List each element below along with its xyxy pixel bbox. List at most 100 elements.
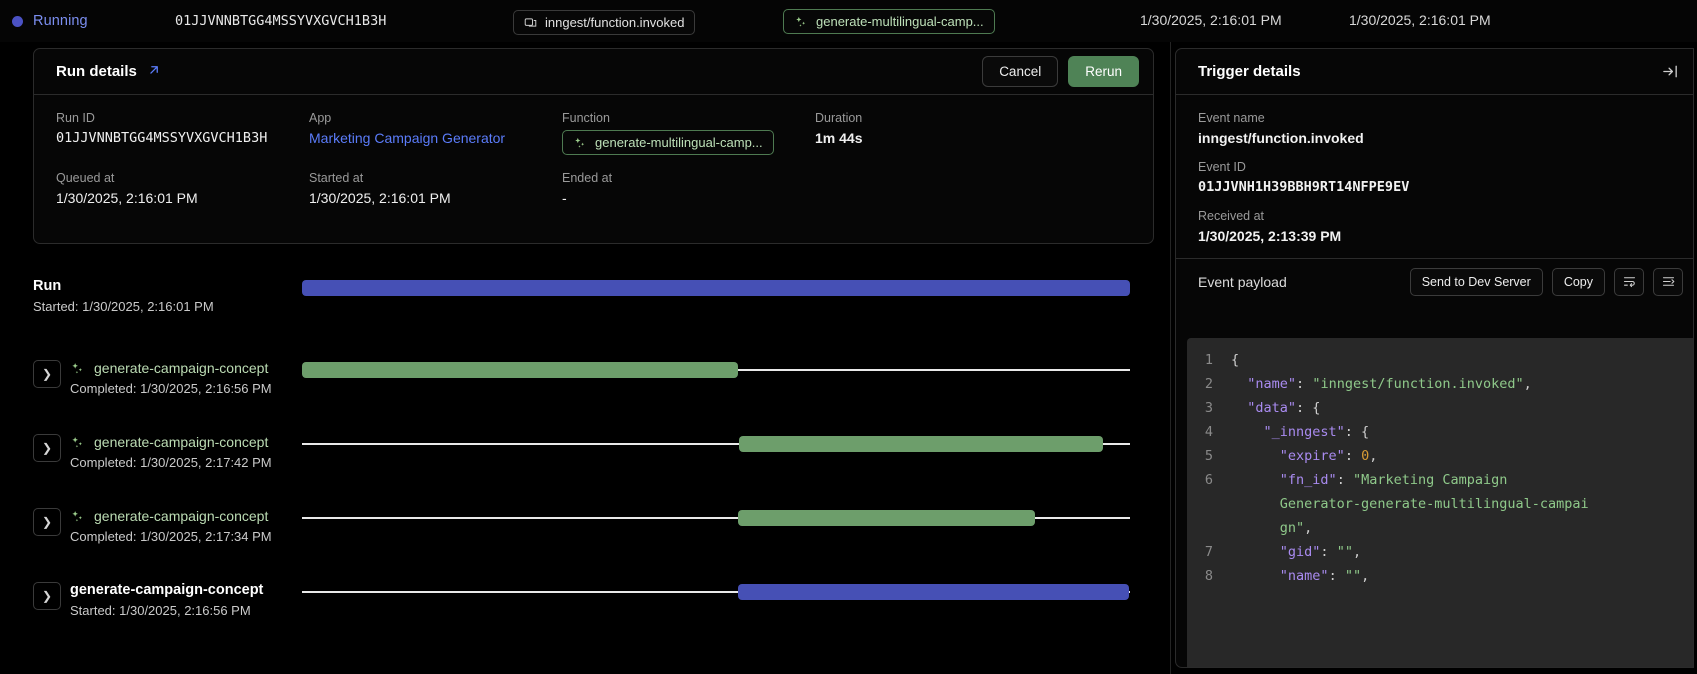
field-ended-at: Ended at -: [562, 171, 815, 206]
trigger-details-card: Trigger details Event name inngest/funct…: [1175, 48, 1694, 668]
trigger-fields: Event name inngest/function.invoked Even…: [1176, 95, 1693, 244]
code-line-content: "name": "",: [1231, 564, 1369, 588]
code-line-number: [1187, 516, 1231, 540]
field-duration: Duration 1m 44s: [815, 111, 1131, 155]
code-line-content: "name": "inngest/function.invoked",: [1231, 372, 1532, 396]
code-line: gn",: [1187, 516, 1693, 540]
timeline-step-left: generate-campaign-concept Completed: 1/3…: [70, 508, 340, 544]
rerun-button[interactable]: Rerun: [1068, 56, 1139, 87]
field-label: Event ID: [1198, 160, 1671, 174]
expand-step-chevron-icon[interactable]: ❯: [33, 508, 61, 536]
timeline-step-sub: Completed: 1/30/2025, 2:17:34 PM: [70, 529, 340, 544]
timeline-step-bar[interactable]: [302, 362, 738, 378]
timeline-step-track: [302, 591, 1130, 593]
code-line: 5 "expire": 0,: [1187, 444, 1693, 468]
code-line: 3 "data": {: [1187, 396, 1693, 420]
field-label: Received at: [1198, 209, 1671, 223]
status-dot-icon: [12, 16, 23, 27]
send-to-dev-server-button[interactable]: Send to Dev Server: [1410, 268, 1543, 296]
event-payload-code[interactable]: 1{2 "name": "inngest/function.invoked",3…: [1187, 338, 1693, 667]
run-detail-page: Running 01JJVNNBTGG4MSSYVXGVCH1B3H innge…: [0, 0, 1697, 674]
top-event-pill-wrap: inngest/function.invoked: [513, 10, 695, 35]
collapse-panel-icon[interactable]: [1662, 63, 1679, 80]
event-icon: [524, 16, 537, 29]
field-run-id: Run ID 01JJVNNBTGG4MSSYVXGVCH1B3H: [56, 111, 309, 155]
sparkles-icon: [794, 15, 808, 29]
code-line-content: "_inngest": {: [1231, 420, 1369, 444]
timeline-root-sub: Started: 1/30/2025, 2:16:01 PM: [33, 299, 303, 314]
trigger-details-title: Trigger details: [1198, 63, 1301, 80]
field-event-name: Event name inngest/function.invoked: [1198, 111, 1671, 146]
timeline-root-left: Run Started: 1/30/2025, 2:16:01 PM: [33, 278, 303, 314]
app-link[interactable]: Marketing Campaign Generator: [309, 130, 562, 146]
text-wrap-icon[interactable]: [1614, 268, 1644, 296]
field-received-at: Received at 1/30/2025, 2:13:39 PM: [1198, 209, 1671, 244]
code-line: 7 "gid": "",: [1187, 540, 1693, 564]
sparkles-icon: [70, 361, 85, 376]
timeline-root-track: [302, 287, 1130, 289]
top-event-pill-label: inngest/function.invoked: [545, 15, 684, 30]
top-function-pill[interactable]: generate-multilingual-camp...: [783, 9, 995, 34]
field-value: 01JJVNH1H39BBH9RT14NFPE9EV: [1198, 179, 1671, 195]
expand-step-chevron-icon[interactable]: ❯: [33, 434, 61, 462]
code-line-number: 4: [1187, 420, 1231, 444]
field-app: App Marketing Campaign Generator: [309, 111, 562, 155]
left-pane: Run details Cancel Rerun Run ID 01JJVNNB…: [0, 42, 1171, 674]
timeline-step-title: generate-campaign-concept: [70, 508, 340, 524]
top-run-id: 01JJVNNBTGG4MSSYVXGVCH1B3H: [175, 13, 515, 29]
run-details-grid: Run ID 01JJVNNBTGG4MSSYVXGVCH1B3H App Ma…: [34, 95, 1153, 206]
cancel-button[interactable]: Cancel: [982, 56, 1058, 87]
field-function: Function generate-multilingual-camp...: [562, 111, 815, 155]
code-line-content: "gid": "",: [1231, 540, 1361, 564]
field-value: inngest/function.invoked: [1198, 130, 1671, 146]
field-event-id: Event ID 01JJVNH1H39BBH9RT14NFPE9EV: [1198, 160, 1671, 195]
code-line-content: "expire": 0,: [1231, 444, 1377, 468]
code-line: Generator-generate-multilingual-campai: [1187, 492, 1693, 516]
timeline-step-bar[interactable]: [739, 436, 1103, 452]
event-payload-title: Event payload: [1198, 274, 1401, 290]
field-label: Event name: [1198, 111, 1671, 125]
top-event-pill[interactable]: inngest/function.invoked: [513, 10, 695, 35]
expand-step-chevron-icon[interactable]: ❯: [33, 360, 61, 388]
code-line-number: 7: [1187, 540, 1231, 564]
timeline-step-name: generate-campaign-concept: [94, 508, 268, 524]
timeline-step-bar[interactable]: [738, 510, 1034, 526]
field-label: Run ID: [56, 111, 309, 125]
code-line-content: gn",: [1231, 516, 1312, 540]
field-value: 1/30/2025, 2:13:39 PM: [1198, 228, 1671, 244]
code-line-content: {: [1231, 348, 1239, 372]
code-line: 6 "fn_id": "Marketing Campaign: [1187, 468, 1693, 492]
run-details-card: Run details Cancel Rerun Run ID 01JJVNNB…: [33, 48, 1154, 244]
code-line-content: "fn_id": "Marketing Campaign: [1231, 468, 1507, 492]
copy-button[interactable]: Copy: [1552, 268, 1605, 296]
timeline-step-left: generate-campaign-concept Completed: 1/3…: [70, 360, 340, 396]
timeline-step-title: generate-campaign-concept: [70, 582, 340, 598]
timeline-step-track: [302, 369, 1130, 371]
timeline-step-track: [302, 443, 1130, 445]
top-function-pill-wrap: generate-multilingual-camp...: [783, 9, 995, 34]
field-value: 1/30/2025, 2:16:01 PM: [56, 190, 309, 206]
sparkles-icon: [70, 509, 85, 524]
timeline-root-bar[interactable]: [302, 280, 1130, 296]
code-line-content: "data": {: [1231, 396, 1320, 420]
expand-step-chevron-icon[interactable]: ❯: [33, 582, 61, 610]
top-function-pill-label: generate-multilingual-camp...: [816, 14, 984, 29]
field-empty: [815, 171, 1131, 206]
expand-lines-icon[interactable]: [1653, 268, 1683, 296]
timeline-step-bar[interactable]: [738, 584, 1129, 600]
function-pill-label: generate-multilingual-camp...: [595, 135, 763, 150]
code-line: 8 "name": "",: [1187, 564, 1693, 588]
field-value: 1/30/2025, 2:16:01 PM: [309, 190, 562, 206]
sparkles-icon: [573, 136, 587, 150]
timeline-step-left: generate-campaign-concept Started: 1/30/…: [70, 582, 340, 618]
timeline-step-name: generate-campaign-concept: [94, 434, 268, 450]
function-pill[interactable]: generate-multilingual-camp...: [562, 130, 774, 155]
field-value: 01JJVNNBTGG4MSSYVXGVCH1B3H: [56, 130, 309, 146]
top-timestamp-queued: 1/30/2025, 2:16:01 PM: [1140, 12, 1282, 28]
timeline-step-left: generate-campaign-concept Completed: 1/3…: [70, 434, 340, 470]
field-label: Duration: [815, 111, 1131, 125]
field-started-at: Started at 1/30/2025, 2:16:01 PM: [309, 171, 562, 206]
event-payload-toolbar: Event payload Send to Dev Server Copy: [1176, 258, 1693, 304]
external-link-icon[interactable]: [147, 63, 161, 80]
field-label: Function: [562, 111, 815, 125]
